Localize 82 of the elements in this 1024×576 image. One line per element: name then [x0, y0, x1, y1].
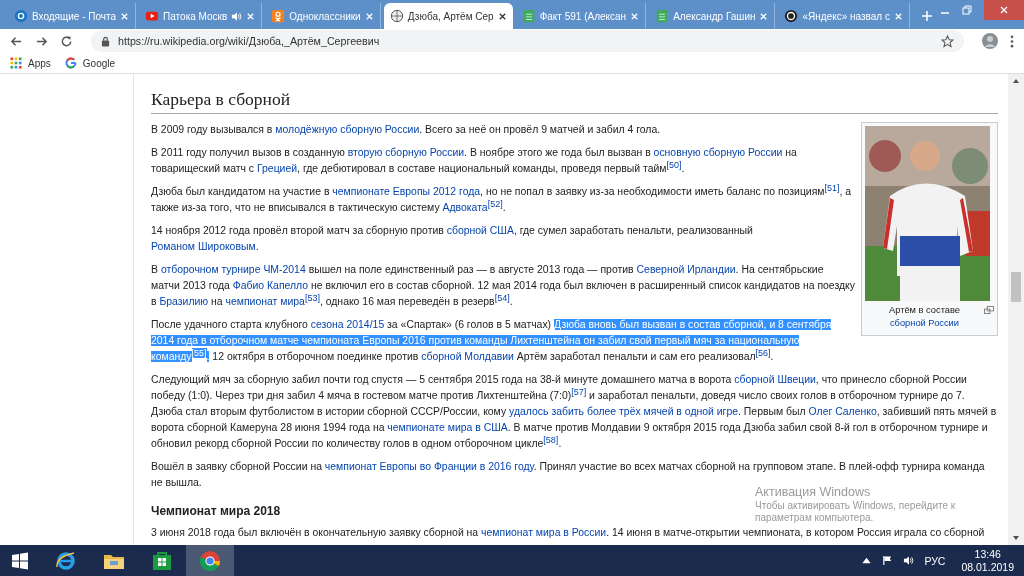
- reference-link[interactable]: [50]: [666, 159, 682, 170]
- scroll-up-icon[interactable]: [1012, 78, 1020, 84]
- link[interactable]: сборной Швеции: [734, 374, 816, 385]
- paragraph: Следующий мяч за сборную забил почти год спустя — 5 сентября 2015 года на 38-й минуте домашнего матча в ворота сборной Швеции, что принесло сборной России победу (1:0). Через три дня забил 4 мяча в гостевом матче против Лихтенштейна (7:0)$^{[57]}$ и заработал пенальти, доведя число своих голов в отборочном турнире до 7. Дзюба стал вторым футболистом в истории сборной СССР/России, кому удалось забить более трёх мячей в одной игре. Первым был Олег Саленко, забивший пять мячей в ворота сборной Камеруна 28 июня 1994 года на чемпионате мира в США. В матче против Молдавии 9 октября 2015 года Дзюба забил свой 8-й гол в отборочном турнире и обновил рекорд сборной России по количеству голов в одном отборочном цикле$^{[58]}$.: [151, 373, 998, 451]
- scroll-down-icon[interactable]: [1012, 535, 1020, 541]
- lock-icon: [101, 35, 110, 47]
- tab-title: Входящие - Почта: [32, 10, 117, 22]
- clock-time: 13:46: [974, 547, 1001, 561]
- menu-icon[interactable]: [1010, 34, 1014, 48]
- paragraph: 3 июня 2018 года был включён в окончательную заявку сборной на чемпионат мира в России. 14 июня в матче-открытии чемпионата, в котором Россия играла со сборной: [151, 526, 986, 540]
- paragraph: Дзюба был кандидатом на участие в чемпионате Европы 2012 года, но не попал в заявку из-за необходимости иметь баланс по позициям$^{[51]}$, а также из-за того, что не вписывался в тактическую систему Адвоката$^{[52]}$.: [151, 184, 853, 215]
- g-logo-icon: [64, 57, 77, 69]
- activation-title: Активация Windows: [755, 485, 872, 500]
- url-text: https://ru.wikipedia.org/wiki/Дзюба,_Артём_Сергеевич: [118, 35, 381, 47]
- link[interactable]: отборочном турнире ЧМ-2014: [160, 264, 306, 275]
- reference-link[interactable]: [56]: [755, 347, 771, 358]
- social-icon: [271, 9, 286, 23]
- link[interactable]: основную сборную России: [653, 147, 783, 158]
- tab-title: Одноклассники: [289, 10, 361, 22]
- paragraph: 14 ноября 2012 года провёл второй матч за сборную против сборной США, где сумел заработать пенальти, реализованный Романом Широковым.: [151, 224, 754, 254]
- window-close-button[interactable]: [984, 0, 1024, 20]
- tab-title: Дзюба, Артём Сер: [407, 10, 494, 22]
- tab-title: Факт 591 (Алексан: [539, 10, 627, 22]
- link[interactable]: сборной США: [446, 225, 514, 236]
- close-icon[interactable]: [497, 11, 507, 21]
- caret-up-icon[interactable]: [861, 555, 873, 566]
- link[interactable]: чемпионат Европы во Франции в 2016 году: [324, 461, 534, 472]
- link[interactable]: сборной России: [889, 318, 959, 328]
- link[interactable]: чемпионат мира: [225, 296, 305, 307]
- link[interactable]: Олег Саленко: [808, 406, 877, 417]
- address-bar[interactable]: https://ru.wikipedia.org/wiki/Дзюба,_Артём_Сергеевич: [91, 30, 964, 52]
- mail-icon: [14, 9, 28, 23]
- scrollbar[interactable]: [1008, 74, 1024, 545]
- star-icon[interactable]: [941, 34, 954, 48]
- tab-title: Александр Гашин: [673, 10, 756, 22]
- clock-date: 08.01.2019: [961, 560, 1014, 574]
- language-indicator[interactable]: РУС: [924, 554, 946, 567]
- activation-text: Чтобы активировать Windows, перейдите к параметрам компьютера.: [755, 500, 957, 523]
- globe-icon: [389, 9, 404, 23]
- apps-grid-icon: [10, 57, 22, 69]
- close-icon: [999, 5, 1009, 15]
- link[interactable]: чемпионате мира в США: [387, 422, 508, 433]
- subsection-heading: Чемпионат мира 2018: [151, 503, 281, 519]
- sheet-icon: [655, 9, 670, 23]
- sheet-icon: [521, 9, 536, 23]
- windows-start-icon[interactable]: [10, 550, 30, 571]
- restore-icon[interactable]: [962, 5, 972, 15]
- browser-icon: [198, 548, 222, 573]
- reference-link[interactable]: [58]: [543, 434, 559, 445]
- bookmark[interactable]: Apps: [10, 57, 51, 69]
- enlarge-icon[interactable]: [984, 306, 994, 314]
- reload-icon[interactable]: [60, 34, 73, 48]
- paragraph: В 2009 году вызывался в молодёжную сборную России. Всего за неё он провёл 9 матчей и забил 4 гола.: [151, 123, 662, 137]
- video-icon: [145, 9, 160, 23]
- link[interactable]: Адвоката: [442, 202, 488, 213]
- reference-link[interactable]: [53]: [304, 292, 320, 303]
- browser-tab[interactable]: Дзюба, Артём Сер: [383, 3, 513, 29]
- link[interactable]: Бразилию: [159, 296, 209, 307]
- scrollbar-thumb[interactable]: [1011, 272, 1021, 302]
- new-tab-icon[interactable]: [920, 10, 933, 22]
- paragraph: В отборочном турнире ЧМ-2014 вышел на поле единственный раз — в августе 2013 года — против Северной Ирландии. На сентябрьские матчи 2013 года Фабио Капелло не включил его в состав сборной. 12 мая 2014 года был включен в расширенный список кандидатов на поездку в Бразилию на чемпионат мира$^{[53]}$, однако 16 мая переведён в резерв$^{[54]}$.: [151, 263, 855, 309]
- speaker-icon[interactable]: [903, 555, 915, 566]
- avatar-icon[interactable]: [982, 33, 998, 49]
- flag-icon[interactable]: [882, 555, 894, 566]
- paragraph: Вошёл в заявку сборной России на чемпионат Европы во Франции в 2016 году. Принял участие во всех матчах сборной на групповом этапе. В плей-офф турнира команда не вышла.: [151, 460, 986, 488]
- link[interactable]: сборной Молдавии: [421, 351, 514, 362]
- tab-title: Патока Москв: [163, 10, 228, 22]
- link[interactable]: Романом Широковым: [151, 241, 256, 252]
- tab-title: «Яндекс» назвал с: [802, 10, 890, 22]
- section-heading: Карьера в сборной: [151, 88, 998, 114]
- bookmark[interactable]: Google: [64, 57, 116, 69]
- image-caption: Артём в составе сборной России: [888, 304, 961, 330]
- link[interactable]: сезона 2014/15: [310, 319, 385, 330]
- paragraph: В 2011 году получил вызов в созданную вторую сборную России. В ноябре этого же года был вызван в основную сборную России на товарищеский матч с Грецией, где дебютировал в составе национальный команды, проведя первый тайм$^{[50]}$.: [151, 146, 798, 176]
- link[interactable]: удалось забить более трёх мячей в одной игре: [509, 406, 739, 417]
- reference-link[interactable]: [57]: [571, 386, 587, 397]
- link[interactable]: Фабио Капелло: [232, 280, 309, 291]
- reference-link[interactable]: [51]: [824, 182, 840, 193]
- link[interactable]: Северной Ирландии: [636, 264, 736, 275]
- reference-link[interactable]: [52]: [487, 198, 503, 209]
- reference-link[interactable]: [54]: [494, 292, 510, 303]
- paragraph: После удачного старта клубного сезона 2014/15 за «Спартак» (6 голов в 5 матчах) Дзюба вновь был вызван в состав сборной, и 8 сентября 2014 года в отборочном матче чемпионата Европы 2016 против команды Лихтенштейна он забил свой первый мяч за национальную команду$^{[55]}$. 12 октября в отборочном поединке против сборной Молдавии Артём заработал пенальти и сам его реализовал$^{[56]}$.: [151, 318, 833, 364]
